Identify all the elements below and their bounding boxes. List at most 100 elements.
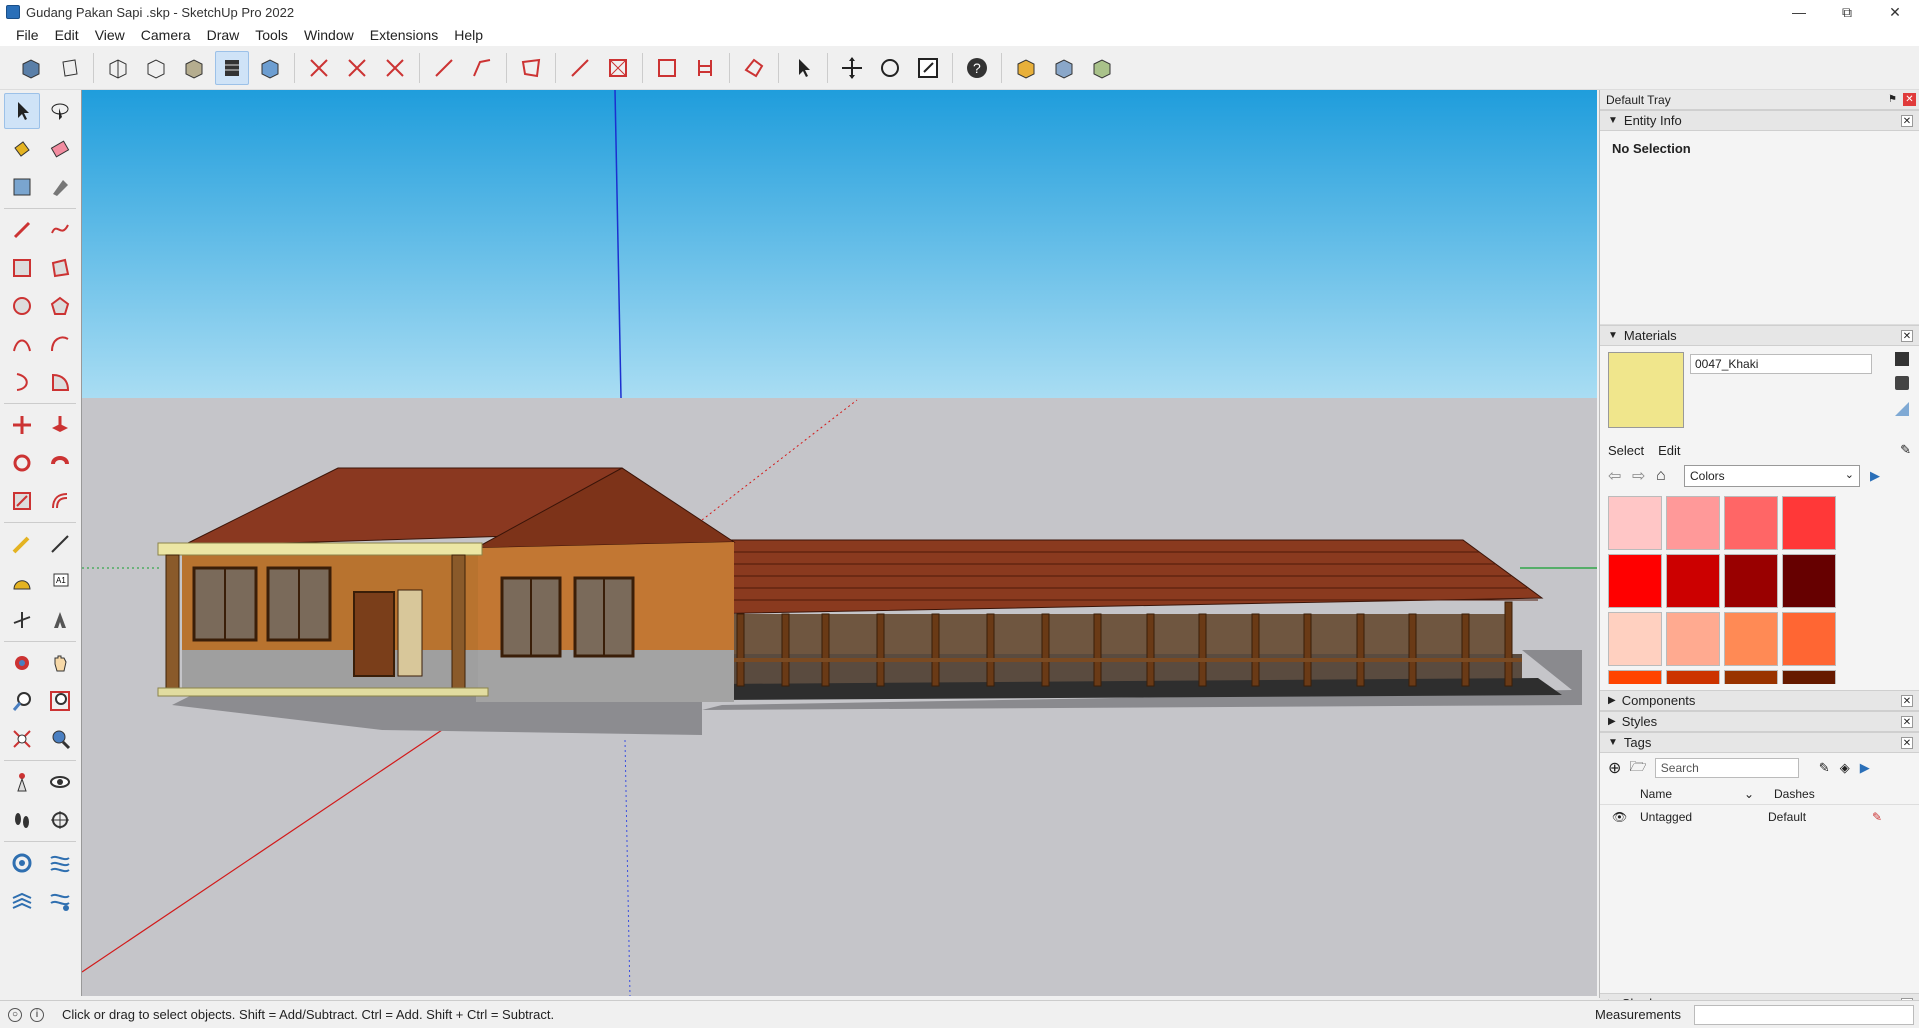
xray-icon[interactable] bbox=[101, 51, 135, 85]
move-points-icon[interactable] bbox=[340, 51, 374, 85]
sandbox-from-contours-icon[interactable] bbox=[4, 845, 40, 881]
dimension-icon[interactable] bbox=[42, 526, 78, 562]
tab-edit[interactable]: Edit bbox=[1658, 443, 1680, 458]
color-swatch[interactable] bbox=[1724, 612, 1778, 666]
tag-tool-toggle-icon[interactable]: ◈ bbox=[1840, 760, 1850, 776]
rectangle-grid-icon[interactable] bbox=[650, 51, 684, 85]
three-point-arc-icon[interactable] bbox=[4, 364, 40, 400]
components-header[interactable]: ▶ Components ✕ bbox=[1600, 690, 1919, 711]
menu-extensions[interactable]: Extensions bbox=[362, 27, 446, 43]
help-icon[interactable]: ? bbox=[960, 51, 994, 85]
color-swatch[interactable] bbox=[1724, 554, 1778, 608]
shaded-textures-icon[interactable] bbox=[215, 50, 249, 85]
rotated-rectangle-icon[interactable] bbox=[42, 250, 78, 286]
orbit-icon[interactable] bbox=[4, 645, 40, 681]
tags-close-icon[interactable]: ✕ bbox=[1901, 737, 1913, 749]
arc-icon[interactable] bbox=[4, 326, 40, 362]
scale-points-icon[interactable] bbox=[378, 51, 412, 85]
monochrome-icon[interactable] bbox=[253, 51, 287, 85]
color-swatch[interactable] bbox=[1666, 554, 1720, 608]
color-by-tag-icon[interactable]: ✎ bbox=[1819, 760, 1830, 776]
orbit-points-icon[interactable] bbox=[302, 51, 336, 85]
details-arrow-icon[interactable]: ▶ bbox=[1870, 468, 1880, 484]
color-swatch[interactable] bbox=[1666, 670, 1720, 684]
pan-icon[interactable] bbox=[42, 645, 78, 681]
measurements-input[interactable] bbox=[1694, 1005, 1914, 1025]
sandbox-smoove-icon[interactable] bbox=[42, 845, 78, 881]
polygon-icon[interactable] bbox=[42, 288, 78, 324]
geo-location-icon[interactable]: ○ bbox=[8, 1007, 22, 1022]
rotate-icon[interactable] bbox=[873, 51, 907, 85]
components-close-icon[interactable]: ✕ bbox=[1901, 695, 1913, 707]
close-window-button[interactable]: ✕ bbox=[1871, 0, 1919, 24]
tray-close-button[interactable]: ✕ bbox=[1903, 93, 1916, 106]
previous-view-icon[interactable] bbox=[42, 721, 78, 757]
scale-tool-icon[interactable] bbox=[4, 483, 40, 519]
table-row[interactable]: 👁 Untagged Default ✎ bbox=[1600, 805, 1919, 829]
select-arrow-icon[interactable] bbox=[786, 51, 820, 85]
protractor-icon[interactable] bbox=[4, 564, 40, 600]
sample-paint-icon[interactable] bbox=[1895, 376, 1909, 390]
scale-icon[interactable] bbox=[911, 51, 945, 85]
section-plane-icon[interactable] bbox=[42, 802, 78, 838]
freehand-icon[interactable] bbox=[42, 212, 78, 248]
menu-help[interactable]: Help bbox=[446, 27, 491, 43]
menu-camera[interactable]: Camera bbox=[133, 27, 199, 43]
zoom-icon[interactable] bbox=[4, 683, 40, 719]
move-tool-icon[interactable] bbox=[4, 407, 40, 443]
tag-dashes[interactable]: Default bbox=[1768, 810, 1872, 824]
entity-info-header[interactable]: ▼ Entity Info ✕ bbox=[1600, 110, 1919, 131]
text-tool-icon[interactable]: A1 bbox=[42, 564, 78, 600]
offset-icon[interactable] bbox=[42, 483, 78, 519]
lasso-icon[interactable] bbox=[42, 93, 78, 129]
color-swatch[interactable] bbox=[1608, 670, 1662, 684]
column-dashes[interactable]: Dashes bbox=[1774, 787, 1815, 801]
styles-header[interactable]: ▶ Styles ✕ bbox=[1600, 711, 1919, 732]
array-icon[interactable] bbox=[688, 51, 722, 85]
zoom-window-icon[interactable] bbox=[42, 683, 78, 719]
color-swatch[interactable] bbox=[1666, 496, 1720, 550]
face-icon[interactable] bbox=[514, 51, 548, 85]
visibility-eye-icon[interactable]: 👁 bbox=[1612, 810, 1640, 824]
pie-icon[interactable] bbox=[42, 364, 78, 400]
layout-icon[interactable] bbox=[1085, 51, 1119, 85]
polygon-select-icon[interactable] bbox=[737, 51, 771, 85]
menu-file[interactable]: File bbox=[8, 27, 47, 43]
paint-bucket-icon[interactable] bbox=[4, 131, 40, 167]
secondary-pane-icon[interactable] bbox=[1895, 402, 1909, 416]
minimize-button[interactable]: — bbox=[1775, 0, 1823, 24]
collection-dropdown[interactable]: Colors ⌄ bbox=[1684, 465, 1860, 487]
material-swatch[interactable] bbox=[1608, 352, 1684, 428]
polyline-icon[interactable] bbox=[465, 51, 499, 85]
walk-icon[interactable] bbox=[4, 802, 40, 838]
restore-button[interactable]: ⧉ bbox=[1823, 0, 1871, 24]
model-viewport[interactable] bbox=[81, 90, 1597, 996]
divide-icon[interactable] bbox=[601, 51, 635, 85]
color-swatch[interactable] bbox=[1782, 554, 1836, 608]
tab-select[interactable]: Select bbox=[1608, 443, 1644, 458]
push-pull-icon[interactable] bbox=[42, 407, 78, 443]
iso-view-icon[interactable] bbox=[14, 51, 48, 85]
extension-warehouse-icon[interactable] bbox=[1047, 51, 1081, 85]
menu-edit[interactable]: Edit bbox=[47, 27, 87, 43]
color-swatch[interactable] bbox=[1608, 496, 1662, 550]
axes-icon[interactable] bbox=[4, 602, 40, 638]
rotate-tool-icon[interactable] bbox=[4, 445, 40, 481]
select-tool-icon[interactable] bbox=[4, 93, 40, 129]
eraser-icon[interactable] bbox=[42, 131, 78, 167]
menu-draw[interactable]: Draw bbox=[199, 27, 248, 43]
zoom-extents-icon[interactable] bbox=[4, 721, 40, 757]
circle-icon[interactable] bbox=[4, 288, 40, 324]
shaded-icon[interactable] bbox=[177, 51, 211, 85]
color-swatch[interactable] bbox=[1724, 670, 1778, 684]
color-swatch[interactable] bbox=[1724, 496, 1778, 550]
create-material-icon[interactable] bbox=[1895, 352, 1909, 366]
tape-measure-icon[interactable] bbox=[4, 526, 40, 562]
tags-search-input[interactable]: Search bbox=[1654, 758, 1799, 778]
top-view-icon[interactable] bbox=[52, 51, 86, 85]
color-swatch[interactable] bbox=[1608, 554, 1662, 608]
color-swatch[interactable] bbox=[1782, 670, 1836, 684]
look-around-icon[interactable] bbox=[42, 764, 78, 800]
materials-close-icon[interactable]: ✕ bbox=[1901, 330, 1913, 342]
component-icon[interactable] bbox=[4, 169, 40, 205]
